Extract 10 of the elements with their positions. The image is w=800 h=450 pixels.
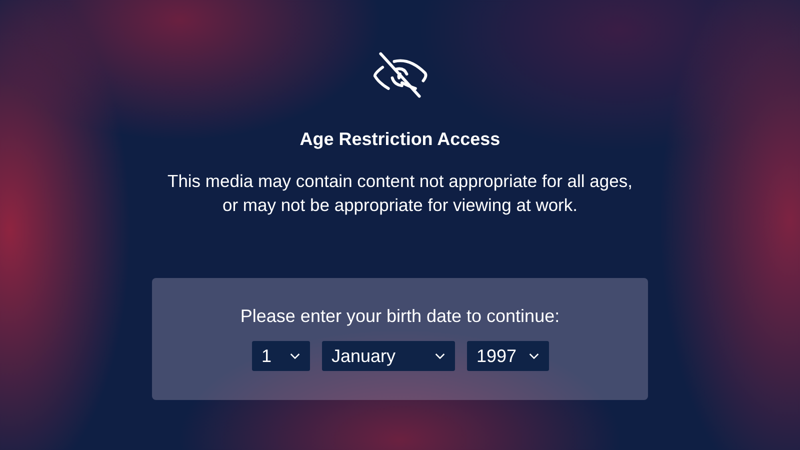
caret-icon: [434, 352, 444, 360]
caret-icon: [528, 352, 538, 360]
eye-slash-icon: [371, 49, 429, 101]
caret-icon: [290, 352, 300, 360]
month-dropdown[interactable]: January: [322, 341, 454, 371]
birth-date-prompt: Please enter your birth date to continue:: [240, 306, 560, 327]
dialog-title: Age Restriction Access: [300, 129, 500, 150]
day-dropdown[interactable]: 1: [252, 341, 310, 371]
year-dropdown[interactable]: 1997: [466, 341, 548, 371]
warning-message: This media may contain content not appropriate for all ages, or may not be appropriate for viewing at work.: [166, 170, 634, 217]
